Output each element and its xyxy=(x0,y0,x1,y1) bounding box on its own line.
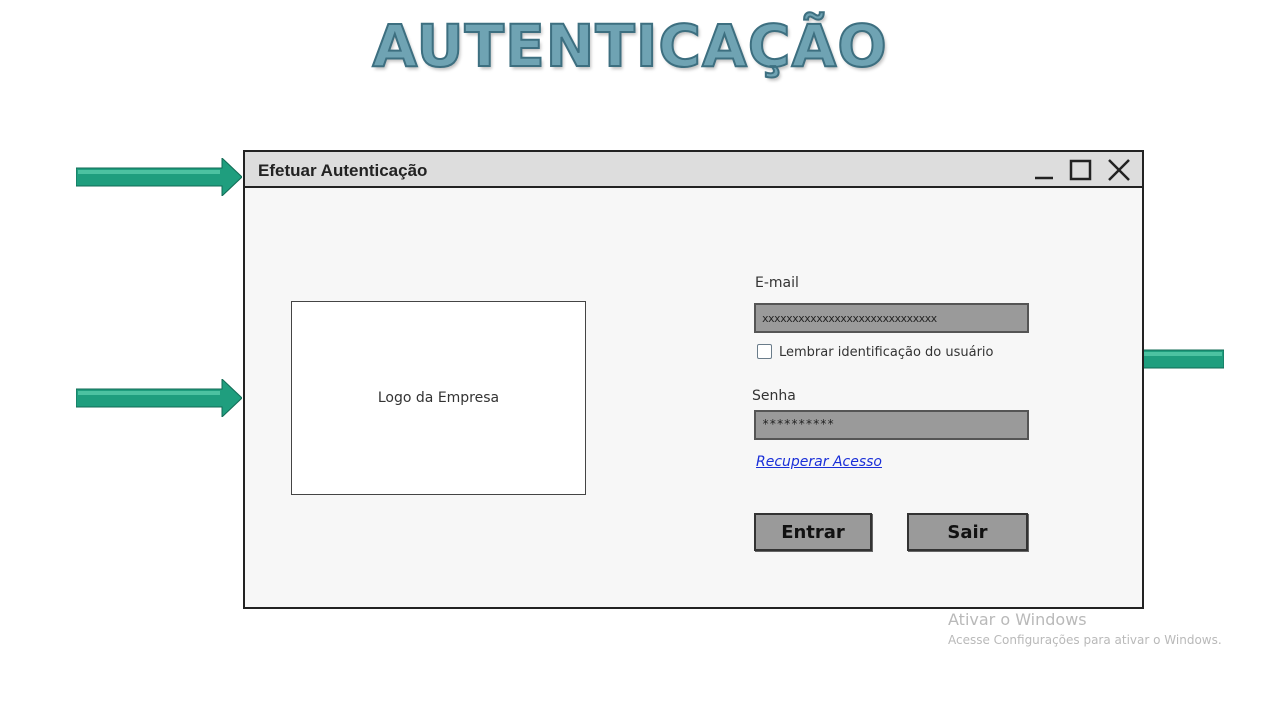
window-titlebar: Efetuar Autenticação xyxy=(245,152,1142,188)
password-label: Senha xyxy=(752,388,796,404)
company-logo-placeholder: Logo da Empresa xyxy=(291,301,586,495)
slide-title: AUTENTICAÇÃO xyxy=(371,11,888,81)
exit-button[interactable]: Sair xyxy=(907,513,1028,551)
recover-access-link[interactable]: Recuperar Acesso xyxy=(756,454,882,470)
remember-user-label: Lembrar identificação do usuário xyxy=(779,345,994,360)
enter-button[interactable]: Entrar xyxy=(754,513,872,551)
remember-user-checkbox[interactable] xyxy=(757,344,772,359)
maximize-icon[interactable] xyxy=(1069,158,1093,182)
window-title: Efetuar Autenticação xyxy=(258,161,428,180)
logo-placeholder-text: Logo da Empresa xyxy=(377,390,500,406)
login-window: Efetuar Autenticação Logo da Empresa E-m… xyxy=(243,150,1144,609)
activation-watermark-subtitle: Acesse Configurações para ativar o Windo… xyxy=(948,633,1222,647)
minimize-icon[interactable] xyxy=(1033,158,1055,182)
close-icon[interactable] xyxy=(1106,158,1132,182)
activation-watermark-title: Ativar o Windows xyxy=(948,610,1087,629)
arrow-right-icon xyxy=(76,158,242,196)
email-label: E-mail xyxy=(755,275,799,291)
arrow-right-icon xyxy=(76,379,242,417)
password-field[interactable]: ********** xyxy=(754,410,1029,440)
email-field[interactable]: xxxxxxxxxxxxxxxxxxxxxxxxxxxxx xyxy=(754,303,1029,333)
